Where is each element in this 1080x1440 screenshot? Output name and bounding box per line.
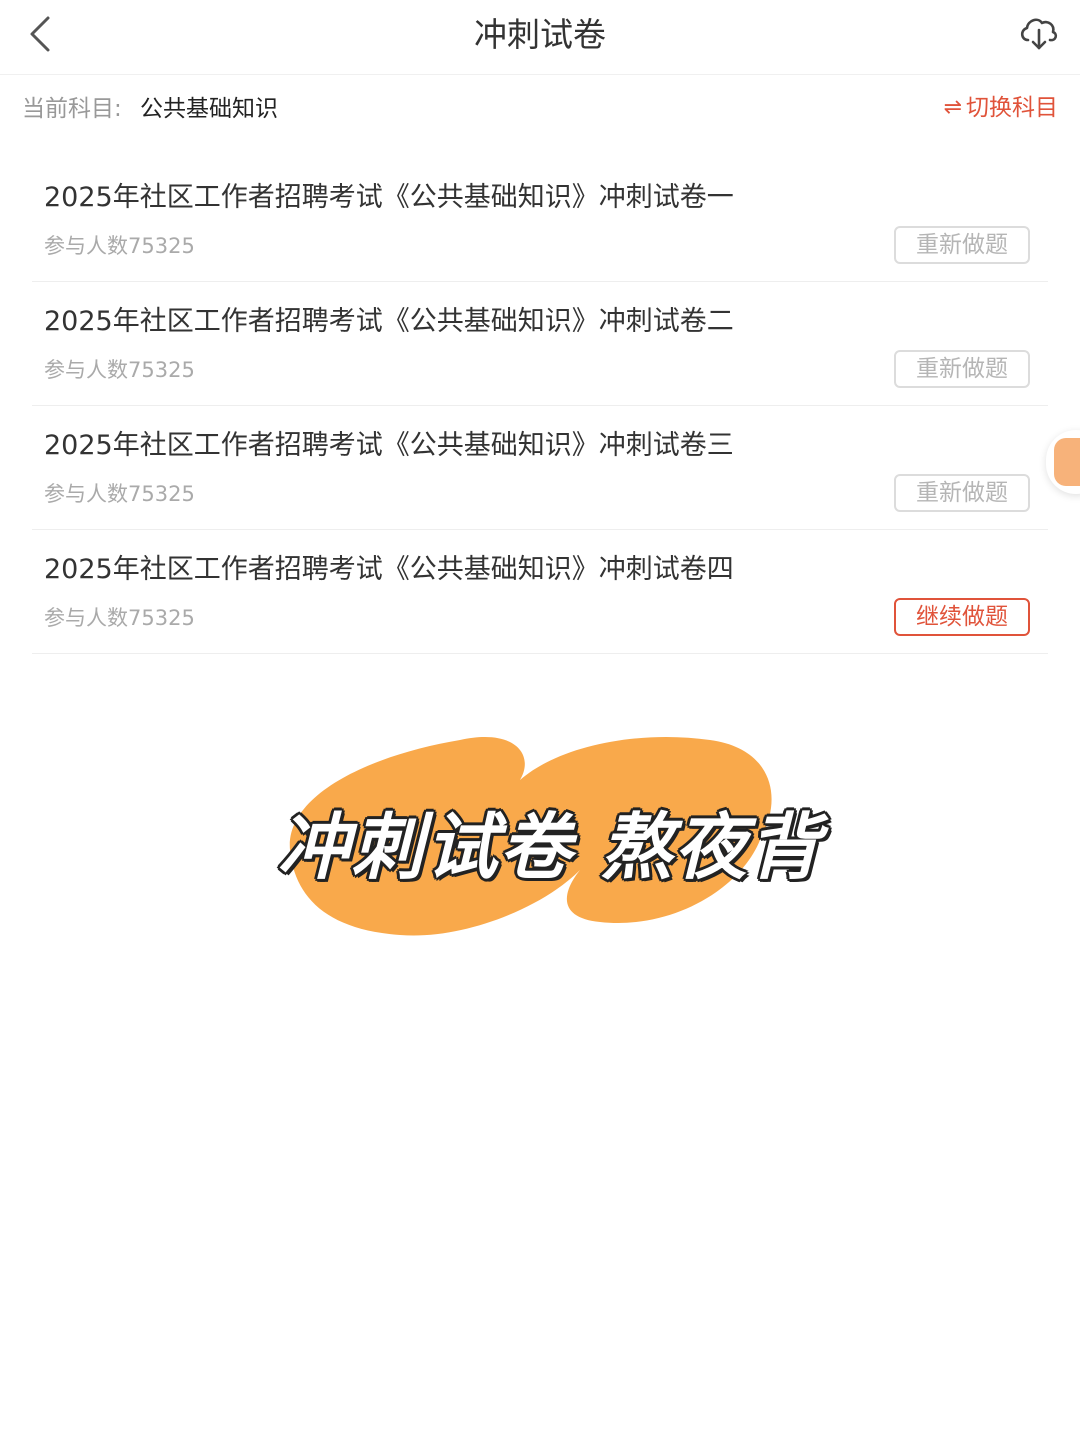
promo-banner: 冲刺试卷 熬夜背 bbox=[260, 700, 840, 960]
cloud-download-icon bbox=[1020, 18, 1058, 50]
subject-bar: 当前科目: 公共基础知识 ⇌ 切换科目 bbox=[0, 76, 1080, 142]
banner-slogan: 冲刺试卷 熬夜背 bbox=[277, 805, 823, 889]
paper-title: 2025年社区工作者招聘考试《公共基础知识》冲刺试卷二 bbox=[44, 306, 734, 337]
paper-participants: 参与人数75325 bbox=[44, 234, 195, 258]
redo-button[interactable]: 重新做题 bbox=[894, 474, 1030, 512]
switch-subject-button[interactable]: ⇌ 切换科目 bbox=[944, 93, 1058, 123]
page-title: 冲刺试卷 bbox=[474, 15, 606, 54]
paper-list: 2025年社区工作者招聘考试《公共基础知识》冲刺试卷一 参与人数75325 重新… bbox=[32, 158, 1048, 654]
continue-button[interactable]: 继续做题 bbox=[894, 598, 1030, 636]
subject-value: 公共基础知识 bbox=[140, 96, 278, 122]
paper-item[interactable]: 2025年社区工作者招聘考试《公共基础知识》冲刺试卷二 参与人数75325 重新… bbox=[32, 282, 1048, 406]
paper-participants: 参与人数75325 bbox=[44, 606, 195, 630]
paper-participants: 参与人数75325 bbox=[44, 358, 195, 382]
paper-title: 2025年社区工作者招聘考试《公共基础知识》冲刺试卷一 bbox=[44, 182, 734, 213]
redo-button[interactable]: 重新做题 bbox=[894, 226, 1030, 264]
switch-subject-label: 切换科目 bbox=[966, 95, 1058, 121]
paper-title: 2025年社区工作者招聘考试《公共基础知识》冲刺试卷三 bbox=[44, 430, 734, 461]
paper-item[interactable]: 2025年社区工作者招聘考试《公共基础知识》冲刺试卷一 参与人数75325 重新… bbox=[32, 158, 1048, 282]
download-button[interactable] bbox=[1016, 10, 1060, 54]
floating-side-tab[interactable] bbox=[1046, 430, 1080, 494]
paper-item[interactable]: 2025年社区工作者招聘考试《公共基础知识》冲刺试卷三 参与人数75325 重新… bbox=[32, 406, 1048, 530]
switch-arrows-icon: ⇌ bbox=[943, 95, 962, 120]
subject-label: 当前科目: bbox=[22, 96, 122, 122]
paper-participants: 参与人数75325 bbox=[44, 482, 195, 506]
side-tab-icon bbox=[1054, 438, 1080, 486]
paper-item[interactable]: 2025年社区工作者招聘考试《公共基础知识》冲刺试卷四 参与人数75325 继续… bbox=[32, 530, 1048, 654]
paper-title: 2025年社区工作者招聘考试《公共基础知识》冲刺试卷四 bbox=[44, 554, 734, 585]
redo-button[interactable]: 重新做题 bbox=[894, 350, 1030, 388]
nav-bar: 冲刺试卷 bbox=[0, 0, 1080, 75]
